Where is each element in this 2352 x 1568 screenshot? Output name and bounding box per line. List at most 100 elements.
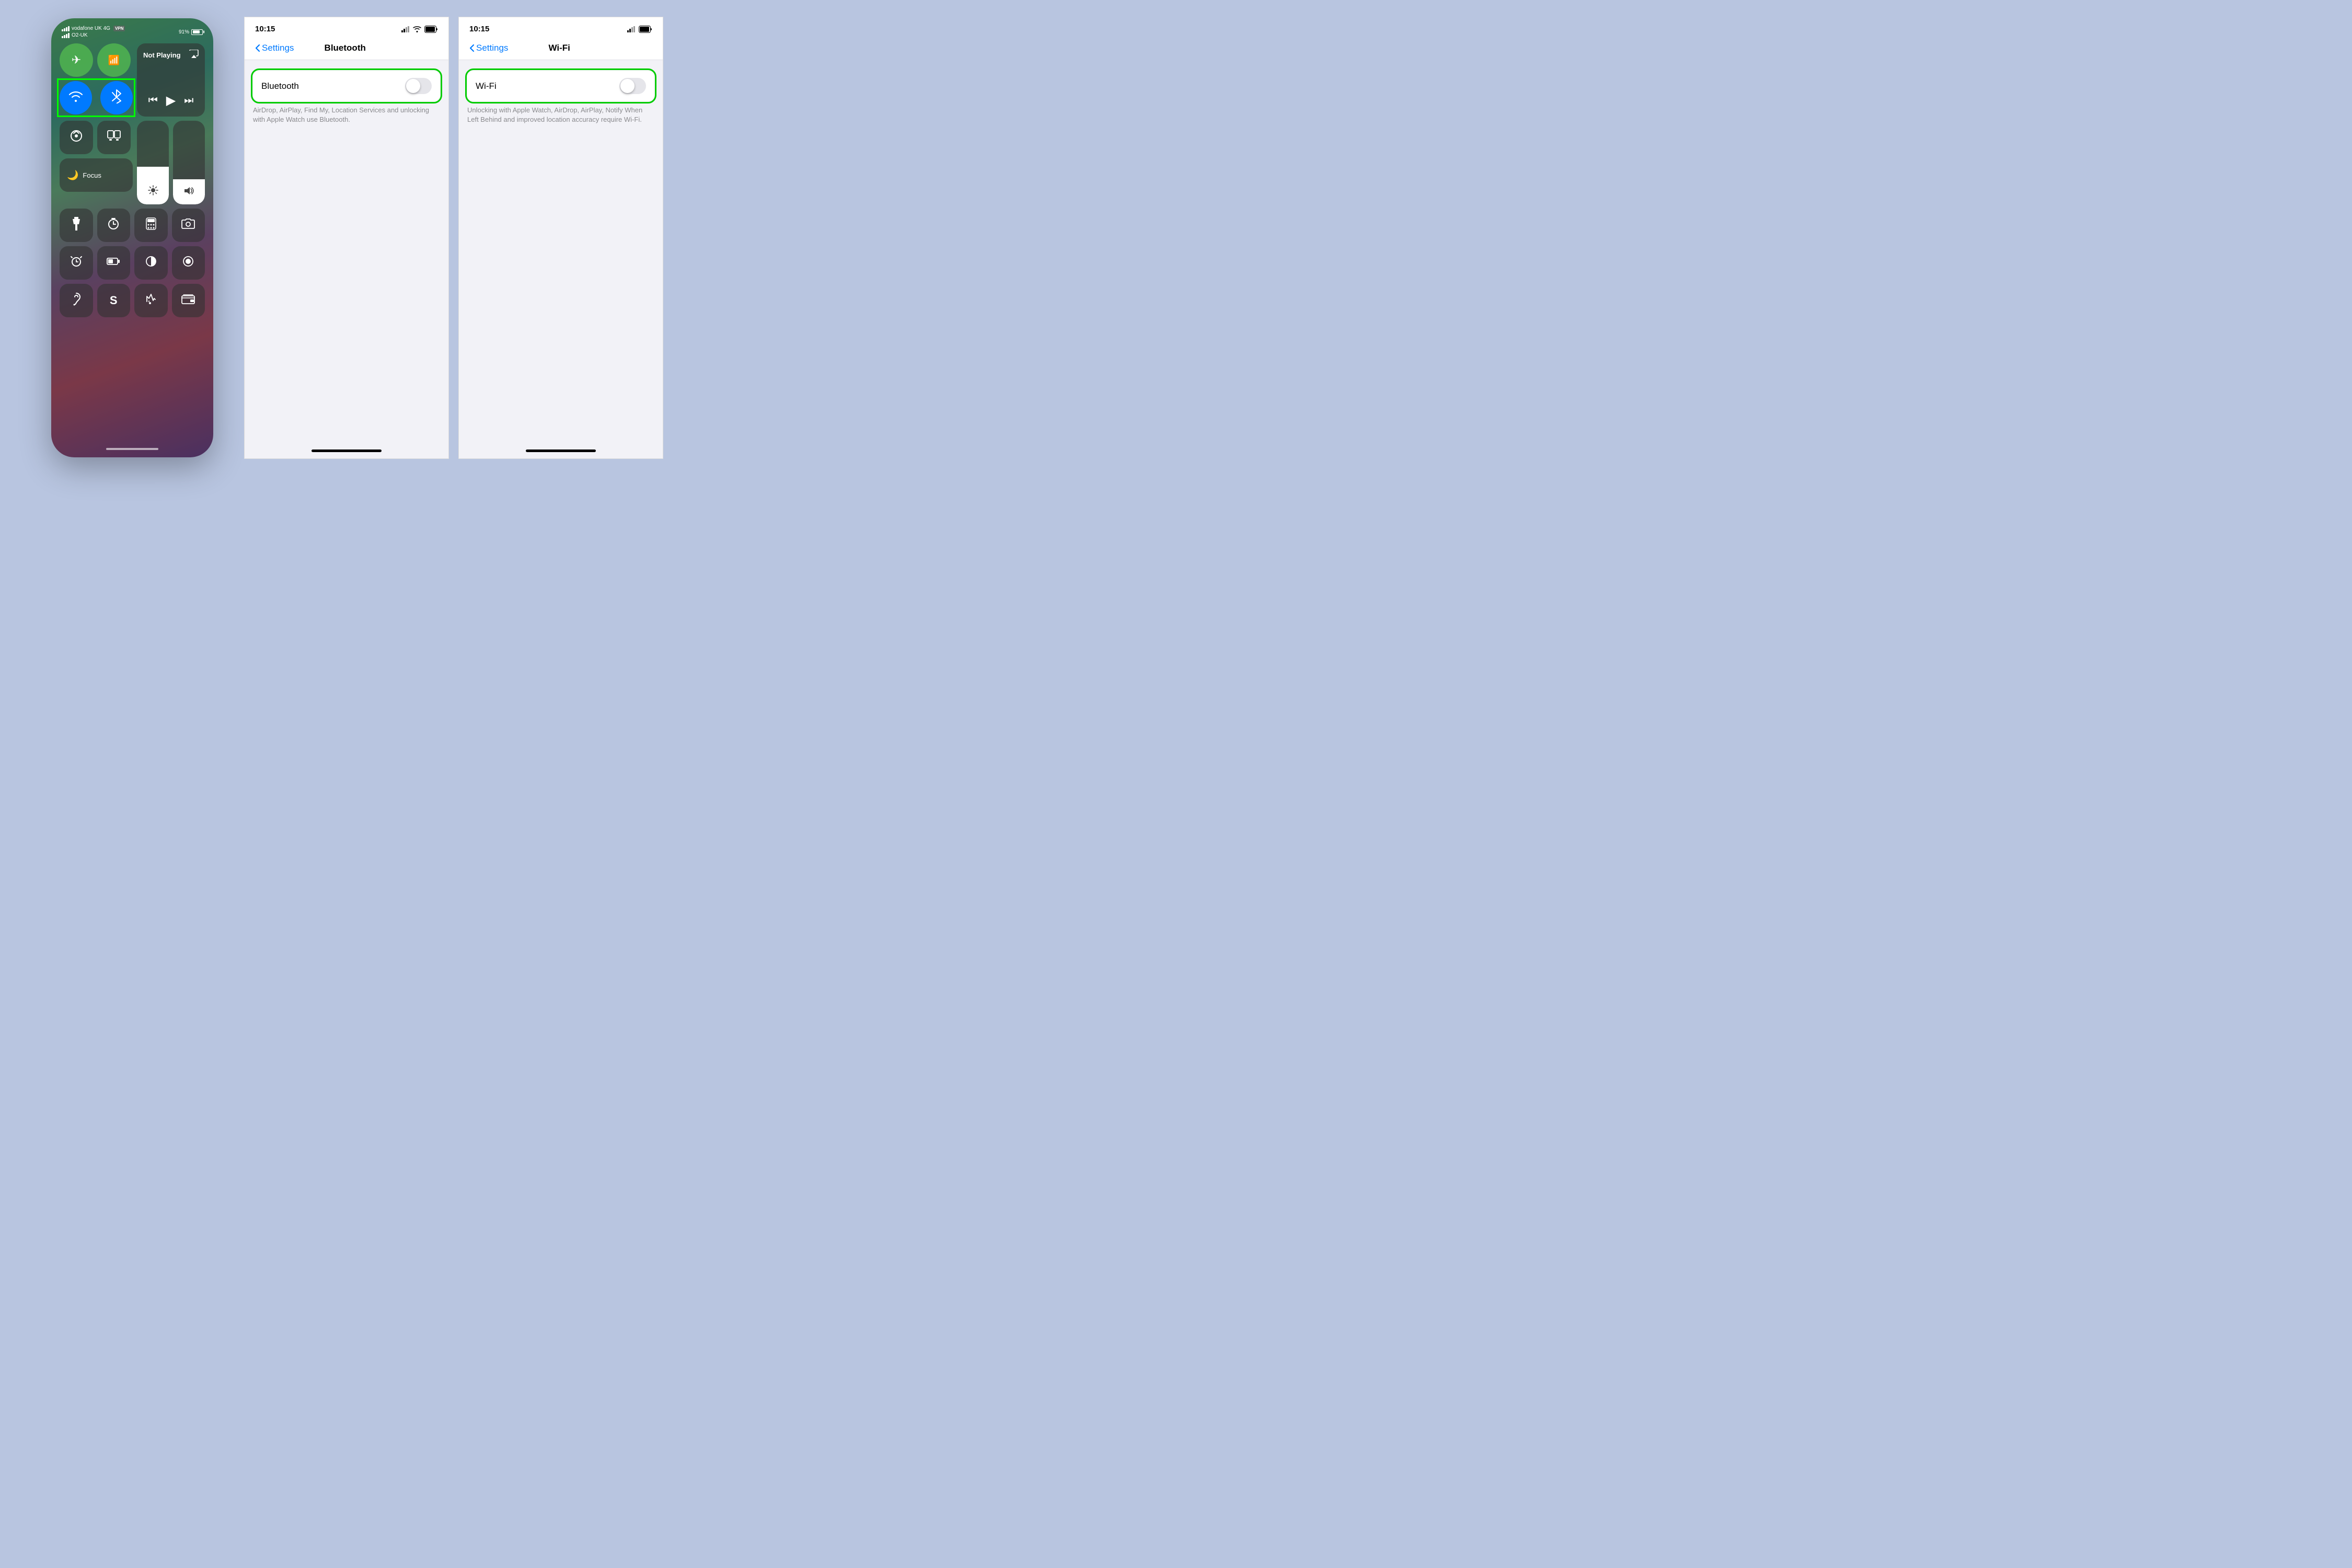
wifi-home-bar [526,449,596,452]
wifi-status-icon [413,26,421,32]
cc-sliders-row: 🌙 Focus [60,121,205,204]
cc-status-bar: vodafone UK 4G VPN O2-UK 91% [60,26,205,38]
calculator-tile[interactable] [134,209,168,242]
shazam-icon: S [110,294,118,307]
cc-connectivity-group: ✈ 📶 [60,43,133,117]
sound-recognition-tile[interactable] [134,284,168,317]
wifi-calling-icon: 📶 [108,55,120,66]
signal-icon-2 [627,26,636,32]
wifi-status-bar: 10:15 [459,17,663,39]
cc-top-buttons: ✈ 📶 [60,43,133,77]
carrier1-row: vodafone UK 4G VPN [62,26,125,31]
dark-mode-icon [145,256,157,270]
rewind-button[interactable]: ⏮ [148,95,158,107]
bluetooth-toggle[interactable] [405,78,432,94]
shazam-tile[interactable]: S [97,284,131,317]
timer-icon [107,217,120,233]
wifi-nav-title: Wi-Fi [549,43,570,53]
wifi-toggle-knob [620,79,635,93]
hearing-icon [72,292,81,309]
control-center-screen: vodafone UK 4G VPN O2-UK 91% [51,18,213,457]
signal-bars-2 [62,33,70,38]
bluetooth-back-label: Settings [262,43,294,53]
bluetooth-home-bar [312,449,382,452]
wifi-back-button[interactable]: Settings [469,43,508,53]
home-bar [106,448,158,450]
timer-tile[interactable] [97,209,131,242]
wifi-icon [68,90,83,105]
carrier1-label: vodafone UK 4G [72,26,110,31]
dark-mode-tile[interactable] [134,246,168,280]
cc-status-right: 91% [179,29,203,35]
focus-icon: 🌙 [67,170,78,181]
screen-mirror-icon [107,130,121,145]
volume-slider[interactable] [173,121,205,204]
battery-icon [191,29,203,35]
wifi-back-chevron-icon [469,44,475,52]
sound-recognition-icon [145,293,157,308]
wifi-calling-button[interactable]: 📶 [97,43,131,77]
signal-icon [401,26,410,32]
now-playing-widget: Not Playing ⏮ ▶ ⏭ [137,43,205,117]
screen-mirror-tile[interactable] [97,121,131,154]
volume-icon [183,186,195,198]
wallet-tile[interactable] [172,284,205,317]
wifi-home-indicator [459,445,663,458]
wifi-toggle[interactable] [619,78,646,94]
bluetooth-button[interactable] [100,81,133,114]
battery-status-icon [107,257,120,269]
bluetooth-nav-title: Bluetooth [325,43,366,53]
wifi-nav-bar: Settings Wi-Fi [459,39,663,60]
bluetooth-icon [111,89,122,107]
screen-record-tile[interactable] [172,246,205,280]
cc-top-row: ✈ 📶 [60,43,205,117]
airplane-icon: ✈ [72,53,81,67]
battery-status-icon [424,26,438,33]
bluetooth-status-bar: 10:15 [245,17,448,39]
wifi-status-icons [627,26,652,33]
flashlight-icon [73,217,80,234]
camera-icon [181,218,195,232]
focus-label: Focus [83,171,101,179]
brightness-slider[interactable] [137,121,169,204]
grid-row-1 [60,209,205,242]
wifi-back-label: Settings [476,43,508,53]
hearing-tile[interactable] [60,284,93,317]
alarm-icon [70,255,83,271]
focus-tile[interactable]: 🌙 Focus [60,158,133,192]
wifi-bluetooth-row [60,81,133,114]
battery-percent: 91% [179,29,189,35]
wifi-row-label: Wi-Fi [476,81,497,91]
wifi-toggle-row[interactable]: Wi-Fi [467,71,654,101]
bluetooth-row-label: Bluetooth [261,81,299,91]
screen-record-icon [182,256,194,270]
wifi-screen-time: 10:15 [469,25,489,33]
screens-container: vodafone UK 4G VPN O2-UK 91% [0,0,714,476]
calculator-icon [146,217,156,233]
bluetooth-settings-screen: 10:15 [245,17,448,458]
battery-status-tile[interactable] [97,246,131,280]
cc-home-indicator [60,448,205,452]
now-playing-label: Not Playing [143,51,181,59]
forward-button[interactable]: ⏭ [184,95,193,107]
alarm-tile[interactable] [60,246,93,280]
carrier2-row: O2-UK [62,32,125,38]
bluetooth-screen-time: 10:15 [255,25,275,33]
flashlight-tile[interactable] [60,209,93,242]
wifi-section: Wi-Fi [467,71,654,101]
wifi-settings-screen: 10:15 Setting [459,17,663,458]
screen-rotation-tile[interactable] [60,121,93,154]
bluetooth-back-button[interactable]: Settings [255,43,294,53]
media-controls: ⏮ ▶ ⏭ [143,93,199,110]
brightness-icon [148,185,158,198]
airplane-mode-button[interactable]: ✈ [60,43,93,77]
camera-tile[interactable] [172,209,205,242]
wifi-button[interactable] [60,81,92,114]
cc-content: vodafone UK 4G VPN O2-UK 91% [51,18,213,457]
cc-status-left: vodafone UK 4G VPN O2-UK [62,26,125,38]
bluetooth-nav-bar: Settings Bluetooth [245,39,448,60]
bluetooth-toggle-row[interactable]: Bluetooth [253,71,440,101]
airplay-icon[interactable] [189,50,199,61]
signal-bars-1 [62,26,70,31]
play-button[interactable]: ▶ [166,93,176,108]
